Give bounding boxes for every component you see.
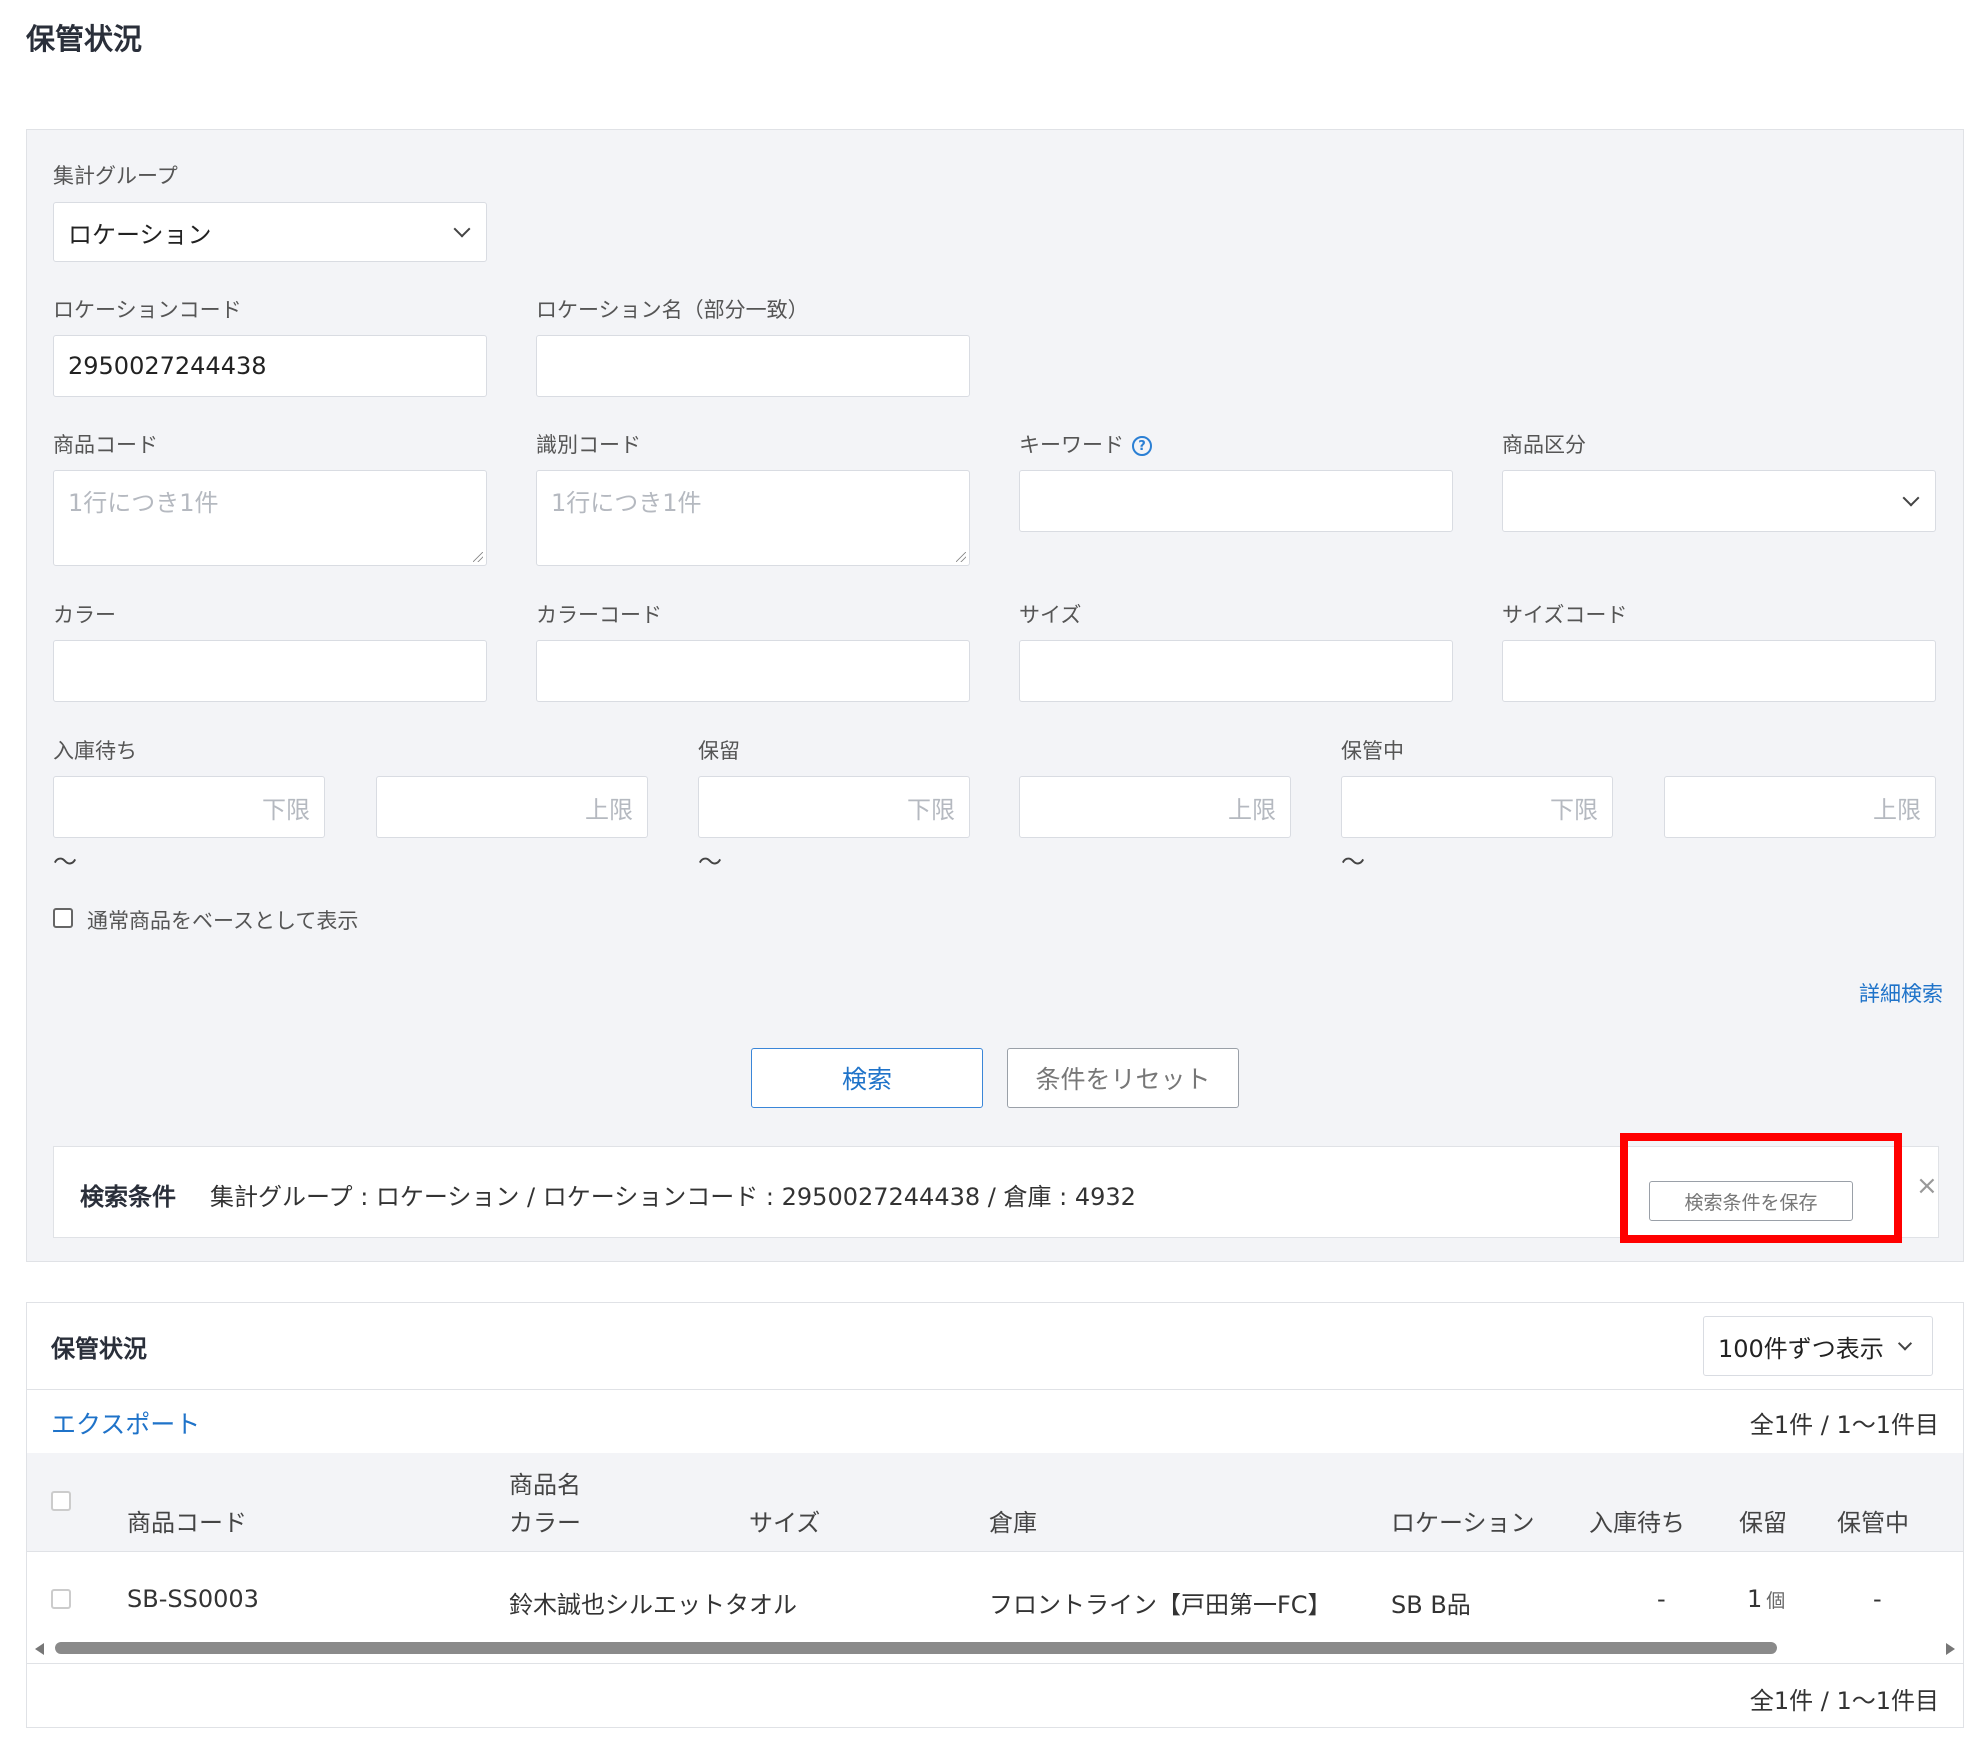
product-class-label: 商品区分 [1502, 433, 1586, 457]
row-location: SB B品 [1391, 1591, 1471, 1619]
chevron-down-icon [1902, 489, 1920, 507]
advanced-search-link[interactable]: 詳細検索 [1859, 978, 1943, 1008]
color-code-label: カラーコード [536, 603, 662, 627]
export-link[interactable]: エクスポート [51, 1405, 200, 1441]
select-all-checkbox[interactable] [51, 1491, 71, 1511]
col-location: ロケーション [1391, 1509, 1535, 1537]
search-conditions-box: 検索条件 集計グループ : ロケーション / ロケーションコード : 29500… [53, 1133, 1939, 1243]
horizontal-scrollbar[interactable] [35, 1641, 1955, 1655]
color-label: カラー [53, 603, 116, 627]
highlight-box [1620, 1133, 1902, 1243]
row-product-name: 鈴木誠也シルエットタオル [509, 1591, 797, 1619]
product-code-textarea[interactable]: 1行につき1件 [53, 470, 487, 566]
pending-lower-input[interactable]: 下限 [53, 776, 325, 838]
location-name-input[interactable] [536, 335, 970, 397]
range-tilde: ～ [1341, 848, 1365, 876]
storing-label: 保管中 [1341, 739, 1404, 763]
row-storing: - [1873, 1585, 1882, 1613]
conditions-title: 検索条件 [80, 1183, 176, 1211]
result-count-bottom: 全1件 / 1～1件目 [1749, 1687, 1939, 1715]
row-checkbox[interactable] [51, 1589, 71, 1609]
resize-handle-icon[interactable] [956, 552, 966, 562]
hold-lower-input[interactable]: 下限 [698, 776, 970, 838]
hold-upper-input[interactable]: 上限 [1019, 776, 1291, 838]
divider [27, 1663, 1963, 1664]
base-checkbox-label: 通常商品をベースとして表示 [87, 909, 359, 933]
pending-label: 入庫待ち [53, 739, 137, 763]
row-pending: - [1657, 1585, 1666, 1613]
col-storing: 保管中 [1837, 1509, 1909, 1537]
close-icon[interactable]: × [1916, 1171, 1938, 1201]
pending-upper-input[interactable]: 上限 [376, 776, 648, 838]
keyword-label-text: キーワード [1019, 433, 1124, 457]
product-code-placeholder: 1行につき1件 [68, 489, 219, 517]
divider [27, 1389, 1963, 1390]
size-input[interactable] [1019, 640, 1453, 702]
divider [27, 1551, 1963, 1552]
size-label: サイズ [1019, 603, 1082, 627]
id-code-placeholder: 1行につき1件 [551, 489, 702, 517]
base-checkbox[interactable] [53, 908, 73, 928]
scroll-left-arrow-icon[interactable] [35, 1643, 44, 1655]
col-product-name: 商品名 [509, 1471, 581, 1499]
page-title: 保管状況 [26, 22, 143, 56]
reset-button[interactable]: 条件をリセット [1007, 1048, 1239, 1108]
id-code-label: 識別コード [536, 433, 641, 457]
keyword-input[interactable] [1019, 470, 1453, 532]
group-select-value: ロケーション [68, 220, 212, 249]
result-count-top: 全1件 / 1～1件目 [1749, 1411, 1939, 1439]
scroll-right-arrow-icon[interactable] [1946, 1643, 1955, 1655]
color-code-input[interactable] [536, 640, 970, 702]
search-panel: 集計グループ ロケーション ロケーションコード 2950027244438 ロケ… [26, 129, 1964, 1262]
group-label: 集計グループ [53, 164, 178, 188]
col-product-code: 商品コード [127, 1509, 247, 1537]
resize-handle-icon[interactable] [473, 552, 483, 562]
col-warehouse: 倉庫 [989, 1509, 1037, 1537]
keyword-label: キーワード? [1019, 429, 1152, 459]
col-pending: 入庫待ち [1589, 1509, 1685, 1537]
product-code-label: 商品コード [53, 433, 158, 457]
location-name-label: ロケーション名（部分一致） [536, 298, 809, 322]
row-product-code-link[interactable]: SB-SS0003 [127, 1585, 259, 1613]
storing-lower-input[interactable]: 下限 [1341, 776, 1613, 838]
row-hold: 1個 [1747, 1585, 1785, 1613]
size-code-label: サイズコード [1502, 603, 1628, 627]
storing-upper-input[interactable]: 上限 [1664, 776, 1936, 838]
location-code-label: ロケーションコード [53, 298, 242, 322]
col-color: カラー [509, 1509, 581, 1537]
results-title: 保管状況 [51, 1335, 147, 1363]
hold-label: 保留 [698, 739, 740, 763]
scrollbar-thumb[interactable] [55, 1642, 1777, 1654]
row-hold-unit: 個 [1766, 1590, 1786, 1612]
range-tilde: ～ [698, 848, 722, 876]
results-panel: 保管状況 100件ずつ表示 エクスポート 全1件 / 1～1件目 商品コード 商… [26, 1302, 1964, 1728]
row-warehouse: フロントライン【戸田第一FC】 [989, 1591, 1332, 1619]
chevron-down-icon [453, 220, 471, 238]
id-code-textarea[interactable]: 1行につき1件 [536, 470, 970, 566]
product-class-select[interactable] [1502, 470, 1936, 532]
per-page-select[interactable]: 100件ずつ表示 [1703, 1316, 1933, 1376]
row-hold-value: 1 [1747, 1585, 1763, 1613]
col-size: サイズ [749, 1509, 821, 1537]
size-code-input[interactable] [1502, 640, 1936, 702]
conditions-text: 集計グループ : ロケーション / ロケーションコード : 2950027244… [210, 1183, 1136, 1211]
location-code-input[interactable]: 2950027244438 [53, 335, 487, 397]
question-circle-icon[interactable]: ? [1132, 436, 1152, 456]
chevron-down-icon [1897, 1336, 1913, 1351]
table-header: 商品コード 商品名 カラー サイズ 倉庫 ロケーション 入庫待ち 保留 保管中 [27, 1453, 1963, 1551]
color-input[interactable] [53, 640, 487, 702]
per-page-value: 100件ずつ表示 [1718, 1334, 1884, 1363]
group-select[interactable]: ロケーション [53, 202, 487, 262]
col-hold: 保留 [1739, 1509, 1787, 1537]
search-button[interactable]: 検索 [751, 1048, 983, 1108]
range-tilde: ～ [53, 848, 77, 876]
